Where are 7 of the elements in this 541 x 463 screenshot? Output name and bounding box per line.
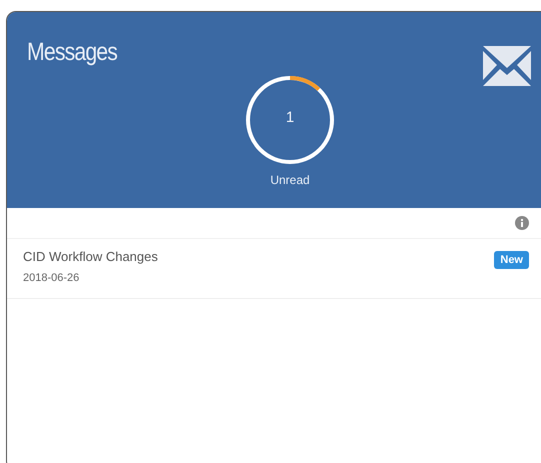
unread-count: 1 [284,109,296,126]
unread-label: Unread [270,173,310,187]
card-title: Messages [27,38,118,67]
message-title: CID Workflow Changes [23,249,158,264]
message-row[interactable]: CID Workflow Changes 2018-06-26 New [7,239,541,299]
new-badge: New [494,251,529,269]
message-date: 2018-06-26 [23,272,80,284]
